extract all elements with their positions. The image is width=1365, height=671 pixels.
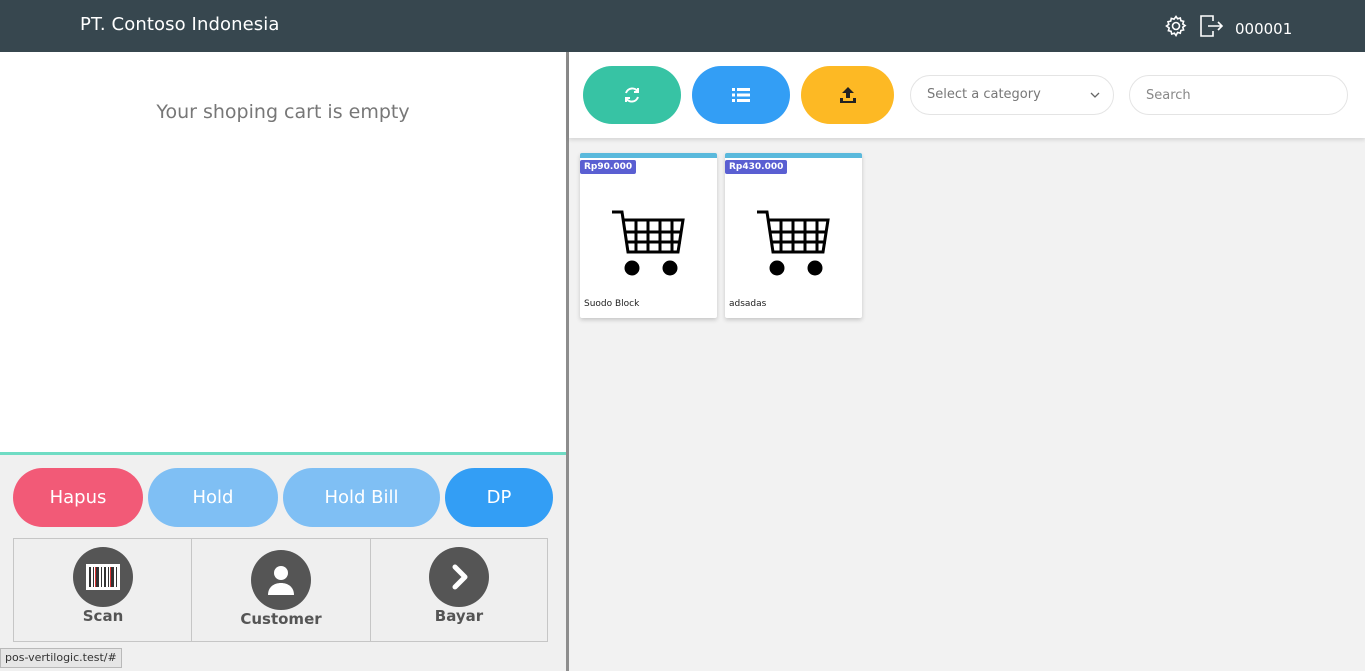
user-icon <box>251 550 311 610</box>
search-input[interactable] <box>1129 75 1348 115</box>
status-url: pos-vertilogic.test/# <box>0 648 122 668</box>
empty-cart-message: Your shoping cart is empty <box>156 101 410 123</box>
chevron-right-icon <box>429 547 489 607</box>
barcode-icon <box>73 547 133 607</box>
scan-label: Scan <box>82 607 124 625</box>
logout-icon[interactable] <box>1198 13 1224 39</box>
gear-icon[interactable] <box>1164 14 1188 38</box>
product-panel: Select a category Rp90.000 Suodo Block R… <box>569 52 1365 671</box>
price-badge: Rp430.000 <box>725 160 788 174</box>
customer-button[interactable]: Customer <box>191 538 371 642</box>
customer-label: Customer <box>240 610 322 628</box>
refresh-icon <box>625 87 639 103</box>
top-bar: PT. Contoso Indonesia 000001 <box>0 0 1365 52</box>
bayar-button[interactable]: Bayar <box>370 538 548 642</box>
price-badge: Rp90.000 <box>580 160 637 174</box>
scan-button[interactable]: Scan <box>13 538 193 642</box>
product-name: adsadas <box>729 299 767 309</box>
bayar-label: Bayar <box>434 607 484 625</box>
category-placeholder: Select a category <box>927 87 1041 102</box>
chevron-down-icon <box>1090 92 1100 98</box>
shopping-cart-icon <box>612 210 685 276</box>
product-name: Suodo Block <box>584 299 640 309</box>
upload-button[interactable] <box>801 66 894 124</box>
product-toolbar: Select a category <box>569 52 1365 138</box>
category-select[interactable]: Select a category <box>910 75 1114 115</box>
shopping-cart-icon <box>757 210 830 276</box>
cart-action-panel: Hapus Hold Hold Bill DP Scan Customer Ba… <box>0 452 566 671</box>
list-icon <box>732 88 750 102</box>
list-view-button[interactable] <box>692 66 790 124</box>
product-card[interactable]: Rp90.000 Suodo Block <box>580 153 717 318</box>
cart-panel: Your shoping cart is empty Hapus Hold Ho… <box>0 52 566 671</box>
dp-button[interactable]: DP <box>445 468 553 527</box>
user-id: 000001 <box>1235 20 1293 38</box>
refresh-button[interactable] <box>583 66 681 124</box>
product-card[interactable]: Rp430.000 adsadas <box>725 153 862 318</box>
brand-name: PT. Contoso Indonesia <box>80 14 280 35</box>
hold-button[interactable]: Hold <box>148 468 278 527</box>
hold-bill-button[interactable]: Hold Bill <box>283 468 440 527</box>
upload-icon <box>839 87 856 103</box>
hapus-button[interactable]: Hapus <box>13 468 143 527</box>
